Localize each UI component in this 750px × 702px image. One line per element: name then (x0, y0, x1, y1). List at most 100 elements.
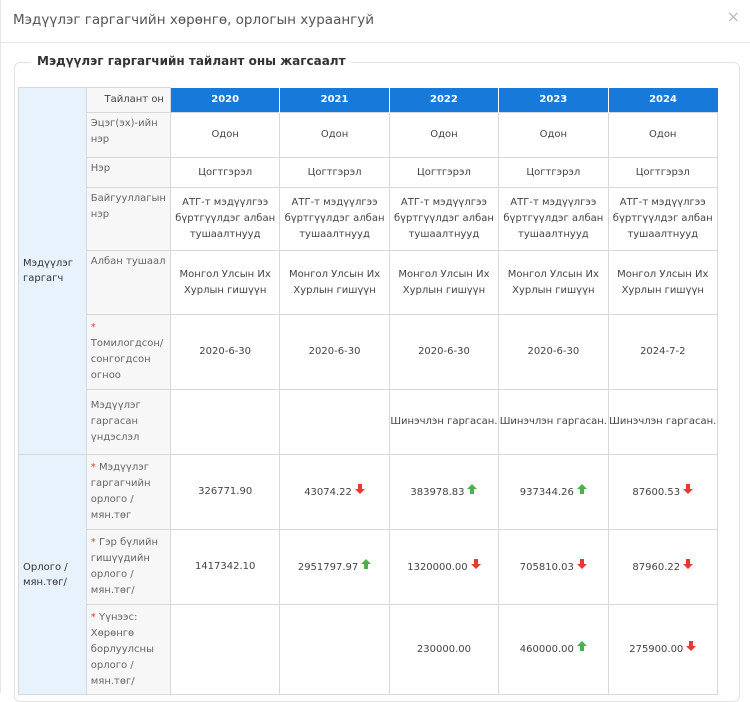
table-cell: АТГ-т мэдүүлгээ бүртгүүлдэг албан тушаал… (607, 187, 719, 251)
table-cell: 1320000.00 (388, 529, 500, 605)
row-label: * Гэр бүлийн гишүүдийн орлого / мян.төг/ (85, 529, 171, 605)
table-cell: 275900.00 (607, 604, 719, 695)
table-cell: Цогтгэрэл (169, 157, 281, 188)
table-cell (169, 604, 281, 695)
table-cell: 705810.03 (498, 529, 609, 605)
table-cell: Шинэчлэн гаргасан. (498, 389, 609, 455)
table-cell: 230000.00 (388, 604, 500, 695)
fieldset-legend: Мэдүүлэг гаргагчийн тайлант оны жагсаалт (31, 54, 352, 68)
table-cell: Монгол Улсын Их Хурлын гишүүн (279, 250, 390, 315)
required-mark: * (90, 611, 96, 623)
row-label: * Мэдүүлэг гаргагчийн орлого / мян.төг (85, 454, 171, 530)
year-header-cell: 2023 (498, 87, 609, 113)
row-family-income: * Гэр бүлийн гишүүдийн орлого / мян.төг/… (19, 529, 719, 605)
cell-value: 1320000.00 (407, 561, 468, 573)
required-mark: * (90, 322, 96, 333)
row-label-text: Үүнээс: Хөрөнгө борлуулсны орлого / мян.… (90, 611, 154, 687)
year-header-cell: 2020 (170, 87, 281, 113)
row-declarant-income: Орлого / мян.төг/ * Мэдүүлэг гаргагчийн … (18, 454, 719, 695)
table-cell: Цогтгэрэл (388, 157, 500, 188)
table-cell: 87960.22 (607, 529, 719, 605)
down-arrow-icon (686, 641, 697, 657)
cell-value: 87600.53 (632, 486, 681, 498)
table-cell: 937344.26 (498, 454, 609, 530)
cell-value: 460000.00 (519, 644, 574, 655)
row-label: * Үүнээс: Хөрөнгө борлуулсны орлого / мя… (85, 604, 171, 695)
cell-value: 275900.00 (629, 644, 684, 655)
down-arrow-icon (683, 558, 694, 575)
table-cell: 2020-6-30 (279, 314, 390, 390)
up-arrow-icon (467, 483, 478, 500)
table-cell: 326771.90 (169, 454, 281, 530)
up-arrow-icon (576, 641, 587, 657)
row-label: Нэр (85, 157, 171, 188)
row-patronymic: Эцэг(эх)-ийн нэр Одон Одон Одон Одон Одо… (19, 112, 719, 158)
row-label-text: Мэдүүлэг гаргагчийн орлого / мян.төг (90, 462, 151, 521)
down-arrow-icon (470, 558, 481, 575)
table-cell: Цогтгэрэл (279, 157, 390, 188)
row-label: Мэдүүлэг гаргасан үндэслэл (85, 389, 171, 455)
year-header-row: Мэдүүлэг гаргагч Тайлант он 2020 2021 20… (18, 87, 718, 455)
row-reason: Мэдүүлэг гаргасан үндэслэл Шинэчлэн гарг… (19, 389, 719, 455)
summary-modal: Мэдүүлэг гаргагчийн хөрөнгө, орлогын хур… (0, 0, 750, 702)
table-cell: Монгол Улсын Их Хурлын гишүүн (169, 250, 281, 315)
summary-table: Мэдүүлэг гаргагч Тайлант он 2020 2021 20… (18, 87, 719, 695)
cell-value: 937344.26 (519, 486, 574, 498)
row-label: Албан тушаал (85, 250, 171, 315)
table-cell: 460000.00 (498, 604, 609, 695)
table-cell: 43074.22 (279, 454, 390, 530)
table-cell (279, 604, 390, 695)
close-icon[interactable]: × (727, 8, 740, 26)
row-name: Нэр Цогтгэрэл Цогтгэрэл Цогтгэрэл Цогтгэ… (19, 157, 719, 188)
table-cell: 2020-6-30 (169, 314, 281, 390)
table-cell: 383978.83 (388, 454, 500, 530)
cell-value: 87960.22 (632, 561, 681, 573)
year-header-label: Тайлант он (85, 87, 171, 113)
cell-value: 326771.90 (198, 486, 253, 497)
table-cell: АТГ-т мэдүүлгээ бүртгүүлдэг албан тушаал… (388, 187, 500, 251)
table-cell (279, 389, 390, 455)
row-label: Байгууллагын нэр (85, 187, 171, 251)
cell-value: 2951797.97 (297, 561, 359, 573)
row-asset-sale-income: * Үүнээс: Хөрөнгө борлуулсны орлого / мя… (19, 604, 719, 695)
section-declarant: Мэдүүлэг гаргагч (18, 87, 87, 455)
down-arrow-icon (683, 483, 694, 500)
table-cell: Цогтгэрэл (607, 157, 719, 188)
required-mark: * (90, 537, 96, 548)
row-label: * Томилогдсон/ сонгогдсон огноо (85, 314, 171, 390)
year-header-cell: 2021 (279, 87, 390, 113)
table-cell: 1417342.10 (169, 529, 281, 605)
down-arrow-icon (354, 483, 365, 500)
table-cell: Монгол Улсын Их Хурлын гишүүн (607, 250, 719, 315)
year-header-cell: 2022 (389, 87, 500, 113)
up-arrow-icon (361, 558, 372, 575)
table-cell: Шинэчлэн гаргасан. (607, 389, 719, 455)
cell-value: 705810.03 (519, 561, 574, 573)
table-cell: 2951797.97 (279, 529, 390, 605)
modal-header: Мэдүүлэг гаргагчийн хөрөнгө, орлогын хур… (1, 0, 750, 43)
required-mark: * (90, 462, 96, 473)
table-cell: Шинэчлэн гаргасан. (388, 389, 500, 455)
section-income: Орлого / мян.төг/ (18, 454, 87, 695)
cell-value: 1417342.10 (194, 561, 256, 572)
table-cell: Одон (279, 112, 390, 158)
table-cell: Одон (388, 112, 500, 158)
table-cell: АТГ-т мэдүүлгээ бүртгүүлдэг албан тушаал… (498, 187, 609, 251)
table-cell: Одон (498, 112, 609, 158)
table-cell: АТГ-т мэдүүлгээ бүртгүүлдэг албан тушаал… (279, 187, 390, 251)
table-cell: Одон (607, 112, 719, 158)
table-cell: 2020-6-30 (388, 314, 500, 390)
modal-title: Мэдүүлэг гаргагчийн хөрөнгө, орлогын хур… (13, 12, 375, 28)
up-arrow-icon (576, 483, 587, 500)
cell-value: 383978.83 (410, 486, 465, 498)
cell-value: 43074.22 (304, 486, 352, 498)
year-header-cell: 2024 (608, 87, 718, 113)
row-label-text: Гэр бүлийн гишүүдийн орлого / мян.төг/ (90, 537, 159, 596)
table-cell: Одон (169, 112, 281, 158)
table-cell: Цогтгэрэл (498, 157, 609, 188)
down-arrow-icon (576, 558, 587, 575)
table-cell: Монгол Улсын Их Хурлын гишүүн (388, 250, 500, 315)
table-cell: АТГ-т мэдүүлгээ бүртгүүлдэг албан тушаал… (169, 187, 281, 251)
table-cell (169, 389, 281, 455)
table-cell: 87600.53 (607, 454, 719, 530)
